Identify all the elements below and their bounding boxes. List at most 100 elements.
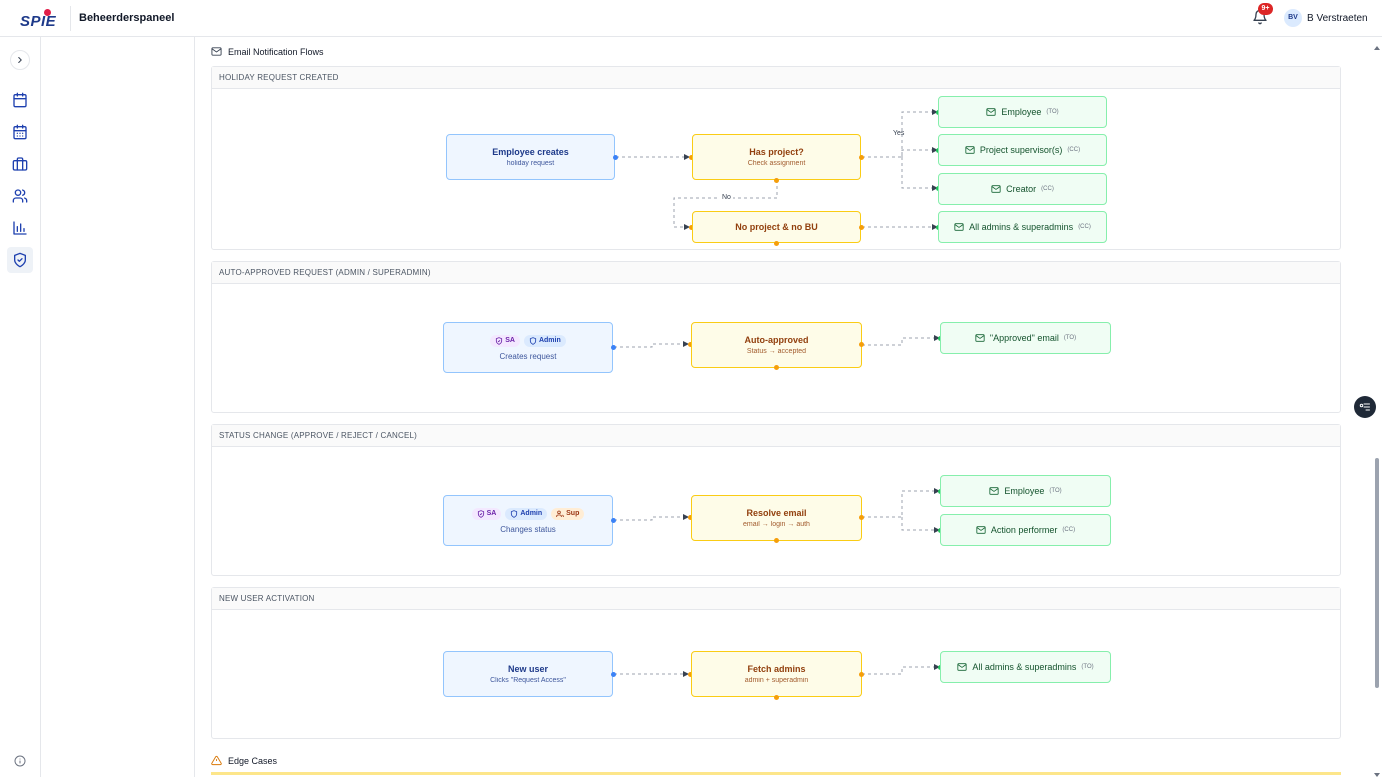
info-icon[interactable] bbox=[14, 754, 26, 767]
scroll-down-arrow[interactable] bbox=[1373, 766, 1381, 777]
node-handle[interactable] bbox=[774, 538, 779, 543]
target-node-creator[interactable]: Creator (CC) bbox=[938, 173, 1107, 205]
avatar[interactable]: BV bbox=[1284, 9, 1302, 27]
node-subtitle: admin + superadmin bbox=[744, 677, 809, 684]
app-title: Beheerderspaneel bbox=[79, 12, 175, 24]
shield-check-icon bbox=[496, 336, 503, 345]
recipient-tag: (TO) bbox=[1081, 664, 1094, 670]
shield-icon bbox=[511, 509, 518, 518]
scrollbar-thumb[interactable] bbox=[1375, 458, 1379, 688]
notification-badge: 9+ bbox=[1258, 3, 1273, 15]
pill-label: Sup bbox=[566, 510, 580, 517]
source-node[interactable]: Employee creates holiday request bbox=[446, 134, 615, 180]
target-title: Project supervisor(s) bbox=[979, 145, 1063, 155]
target-node-action-performer[interactable]: Action performer (CC) bbox=[940, 514, 1111, 546]
node-handle[interactable] bbox=[611, 672, 616, 677]
node-handle[interactable] bbox=[859, 155, 864, 160]
node-handle[interactable] bbox=[774, 695, 779, 700]
role-pill-supervisor: Sup bbox=[551, 507, 585, 520]
sidebar-item-users[interactable] bbox=[7, 183, 33, 209]
process-node[interactable]: Resolve email email → login → auth bbox=[691, 495, 862, 541]
target-title: All admins & superadmins bbox=[972, 662, 1077, 672]
source-node[interactable]: SA Admin Sup Changes status bbox=[443, 495, 613, 546]
section-title: Email Notification Flows bbox=[228, 46, 324, 57]
pill-label: Admin bbox=[538, 337, 561, 344]
user-name[interactable]: B Verstraeten bbox=[1307, 13, 1368, 24]
role-pill-admin: Admin bbox=[505, 507, 548, 520]
node-handle[interactable] bbox=[774, 241, 779, 246]
node-handle[interactable] bbox=[859, 515, 864, 520]
sidebar-item-reports[interactable] bbox=[7, 215, 33, 241]
node-handle[interactable] bbox=[859, 672, 864, 677]
node-handle[interactable] bbox=[859, 225, 864, 230]
recipient-tag: (TO) bbox=[1046, 109, 1059, 115]
process-node[interactable]: Auto-approved Status → accepted bbox=[691, 322, 862, 368]
node-title: Fetch admins bbox=[747, 664, 806, 674]
target-node-employee[interactable]: Employee (TO) bbox=[938, 96, 1107, 128]
node-handle[interactable] bbox=[859, 342, 864, 347]
sidebar-expand-button[interactable] bbox=[10, 50, 30, 70]
node-handle[interactable] bbox=[611, 345, 616, 350]
flow-title: AUTO-APPROVED REQUEST (ADMIN / SUPERADMI… bbox=[212, 262, 1340, 284]
source-node[interactable]: New user Clicks "Request Access" bbox=[443, 651, 613, 697]
flow-title: STATUS CHANGE (APPROVE / REJECT / CANCEL… bbox=[212, 425, 1340, 447]
flow-new-user-activation: NEW USER ACTIVATION New user Clicks "Req… bbox=[211, 587, 1341, 739]
edge-cases-header: Edge Cases bbox=[211, 755, 277, 766]
flow-auto-approved: AUTO-APPROVED REQUEST (ADMIN / SUPERADMI… bbox=[211, 261, 1341, 413]
node-handle[interactable] bbox=[774, 365, 779, 370]
flow-title: NEW USER ACTIVATION bbox=[212, 588, 1340, 610]
mail-icon bbox=[954, 223, 964, 231]
target-node-all-admins[interactable]: All admins & superadmins (TO) bbox=[940, 651, 1111, 683]
decision-node[interactable]: Has project? Check assignment bbox=[692, 134, 861, 180]
target-node-project-supervisors[interactable]: Project supervisor(s) (CC) bbox=[938, 134, 1107, 166]
target-title: Action performer bbox=[990, 525, 1058, 535]
recipient-tag: (CC) bbox=[1067, 147, 1081, 153]
role-pills: SA Admin Sup bbox=[471, 507, 585, 520]
node-handle[interactable] bbox=[613, 155, 618, 160]
warning-icon bbox=[211, 755, 222, 766]
secondary-panel bbox=[41, 37, 195, 777]
flow-canvas: Employee creates holiday request Has pro… bbox=[212, 89, 1340, 249]
target-title: "Approved" email bbox=[989, 333, 1059, 343]
process-node[interactable]: Fetch admins admin + superadmin bbox=[691, 651, 862, 697]
target-node-approved-email[interactable]: "Approved" email (TO) bbox=[940, 322, 1111, 354]
node-title: Creates request bbox=[499, 351, 557, 361]
pill-label: SA bbox=[486, 510, 497, 517]
target-node-employee[interactable]: Employee (TO) bbox=[940, 475, 1111, 507]
sidebar-item-admin[interactable] bbox=[7, 247, 33, 273]
fallback-node[interactable]: No project & no BU bbox=[692, 211, 861, 243]
header-divider bbox=[70, 6, 71, 31]
sidebar-item-calendar-days[interactable] bbox=[7, 119, 33, 145]
recipient-tag: (CC) bbox=[1062, 527, 1076, 533]
calendar-days-icon bbox=[13, 124, 27, 140]
mail-icon bbox=[965, 146, 975, 154]
floating-toc-button[interactable] bbox=[1354, 396, 1376, 418]
top-bar: SPIE Beheerderspaneel 9+ BV B Verstraete… bbox=[0, 0, 1382, 37]
node-title: Employee creates bbox=[492, 147, 569, 157]
scroll-up-arrow[interactable] bbox=[1373, 39, 1381, 50]
target-title: Employee bbox=[1001, 107, 1042, 117]
pill-label: SA bbox=[505, 337, 515, 344]
shield-check-icon bbox=[14, 252, 26, 268]
node-title: Changes status bbox=[500, 524, 556, 534]
spie-logo[interactable]: SPIE bbox=[18, 8, 66, 30]
target-node-all-admins[interactable]: All admins & superadmins (CC) bbox=[938, 211, 1107, 243]
users-icon bbox=[12, 189, 28, 203]
flow-status-change: STATUS CHANGE (APPROVE / REJECT / CANCEL… bbox=[211, 424, 1341, 576]
mail-icon bbox=[211, 47, 222, 56]
bar-chart-icon bbox=[13, 221, 27, 235]
node-title: Has project? bbox=[749, 147, 804, 157]
node-title: No project & no BU bbox=[735, 222, 818, 232]
edge-label-yes: Yes bbox=[893, 130, 905, 137]
flow-canvas: SA Admin Creates request Auto-approved S… bbox=[212, 284, 1340, 412]
sidebar-item-calendar[interactable] bbox=[7, 87, 33, 113]
node-handle[interactable] bbox=[774, 178, 779, 183]
source-node[interactable]: SA Admin Creates request bbox=[443, 322, 613, 373]
recipient-tag: (TO) bbox=[1049, 488, 1062, 494]
sidebar-item-projects[interactable] bbox=[7, 151, 33, 177]
role-pill-admin: Admin bbox=[523, 334, 566, 347]
pill-label: Admin bbox=[520, 510, 543, 517]
node-handle[interactable] bbox=[611, 518, 616, 523]
recipient-tag: (TO) bbox=[1063, 335, 1077, 341]
edge-cases-panel-top bbox=[211, 772, 1341, 775]
